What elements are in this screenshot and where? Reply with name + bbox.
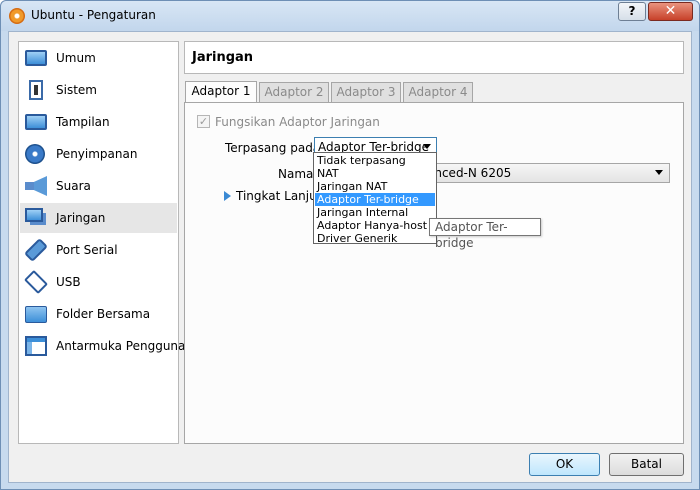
sidebar-item-tampilan[interactable]: Tampilan [20,107,177,137]
sidebar-item-label: Folder Bersama [56,307,151,321]
tab-adaptor-2[interactable]: Adaptor 2 [259,82,329,103]
monitor-icon [25,50,47,66]
adapter-name-label: Nama: [278,167,318,181]
enable-adapter-checkbox[interactable]: ✓ [197,115,210,128]
sidebar-item-usb[interactable]: USB [20,267,177,297]
attached-to-dropdown-list: Tidak terpasang NAT Jaringan NAT Adaptor… [313,152,437,245]
sidebar-item-umum[interactable]: Umum [20,43,177,73]
sidebar-item-label: Penyimpanan [56,147,138,161]
tab-adaptor-1[interactable]: Adaptor 1 [185,81,257,103]
network-icon [25,208,43,222]
virtualbox-app-icon [9,8,25,24]
disk-icon [25,144,45,164]
sidebar-item-label: Umum [56,51,96,65]
dropdown-option[interactable]: Jaringan NAT [315,180,435,193]
sidebar-item-antarmuka-pengguna[interactable]: Antarmuka Pengguna [20,331,185,361]
tab-adaptor-4[interactable]: Adaptor 4 [403,82,473,103]
dropdown-option-selected[interactable]: Adaptor Ter-bridge [315,193,435,206]
ok-button[interactable]: OK [529,453,600,476]
sidebar-item-label: Antarmuka Pengguna [56,339,186,353]
settings-sidebar: Umum Sistem Tampilan Penyimpanan Suara J… [18,41,185,444]
tooltip: Adaptor Ter-bridge [429,218,541,250]
dropdown-option[interactable]: Jaringan Internal [315,206,435,219]
chip-icon [29,80,43,100]
dropdown-option[interactable]: Tidak terpasang [315,154,435,167]
sidebar-item-label: Tampilan [56,115,110,129]
chevron-down-icon [655,170,663,175]
chevron-down-icon [423,144,431,149]
sidebar-item-label: Suara [56,179,91,193]
attached-to-label: Terpasang pada: [225,141,325,155]
help-button[interactable]: ? [618,2,646,21]
sidebar-item-folder-bersama[interactable]: Folder Bersama [20,299,177,329]
dropdown-option[interactable]: Driver Generik [315,232,435,245]
page-header: Jaringan [184,41,684,74]
folder-icon [25,306,47,323]
user-interface-icon [25,336,47,356]
sidebar-item-sistem[interactable]: Sistem [20,75,177,105]
display-icon [25,114,47,130]
expand-arrow-icon[interactable] [224,191,231,201]
window-title: Ubuntu - Pengaturan [31,8,156,22]
sidebar-item-label: USB [56,275,81,289]
page-title: Jaringan [192,50,254,65]
cancel-button[interactable]: Batal [609,453,684,476]
tab-adaptor-3[interactable]: Adaptor 3 [331,82,401,103]
dropdown-option[interactable]: NAT [315,167,435,180]
dropdown-option[interactable]: Adaptor Hanya-host [315,219,435,232]
serial-port-icon [23,237,49,263]
speaker-icon [25,176,47,196]
sidebar-item-label: Port Serial [56,243,118,257]
adapter-name-value: anced-N 6205 [427,166,512,180]
settings-window: Ubuntu - Pengaturan ? ✕ Umum Sistem Tamp… [0,0,700,490]
sidebar-item-port-serial[interactable]: Port Serial [20,235,177,265]
enable-adapter-label: Fungsikan Adaptor Jaringan [215,115,380,129]
usb-icon [23,269,49,295]
dialog-body: Umum Sistem Tampilan Penyimpanan Suara J… [8,31,692,483]
sidebar-item-label: Sistem [56,83,97,97]
sidebar-item-label: Jaringan [56,211,106,225]
title-bar[interactable]: Ubuntu - Pengaturan ? ✕ [1,1,699,31]
advanced-toggle[interactable]: Tingkat Lanjut [236,189,321,203]
sidebar-item-suara[interactable]: Suara [20,171,177,201]
close-button[interactable]: ✕ [648,2,693,21]
sidebar-item-penyimpanan[interactable]: Penyimpanan [20,139,177,169]
sidebar-item-jaringan[interactable]: Jaringan [20,203,177,233]
